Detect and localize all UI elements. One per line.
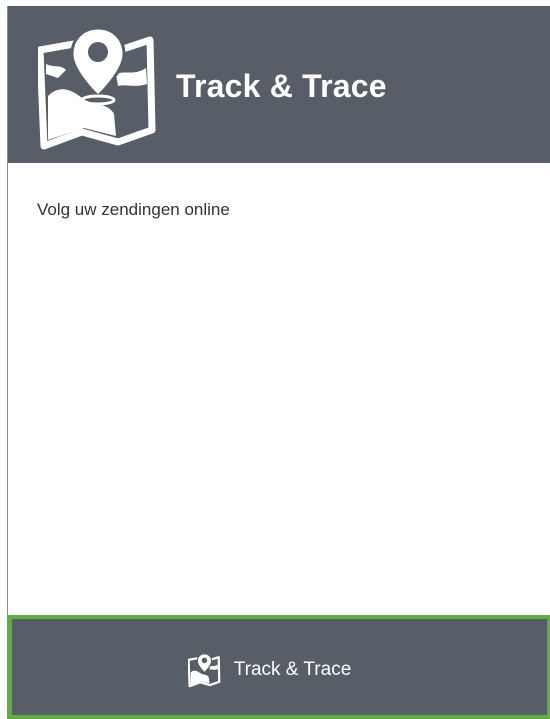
map-pin-icon: [187, 653, 221, 688]
description-text: Volg uw zendingen online: [37, 200, 230, 219]
track-trace-card: Track & Trace Volg uw zendingen online T…: [7, 6, 550, 719]
page-title: Track & Trace: [176, 68, 387, 104]
tab-content: Track & Trace: [187, 652, 352, 688]
map-pin-icon: [38, 26, 156, 150]
tab-label: Track & Trace: [233, 659, 352, 680]
card-header: Track & Trace: [8, 6, 550, 163]
tab-track-trace[interactable]: Track & Trace: [8, 615, 550, 719]
